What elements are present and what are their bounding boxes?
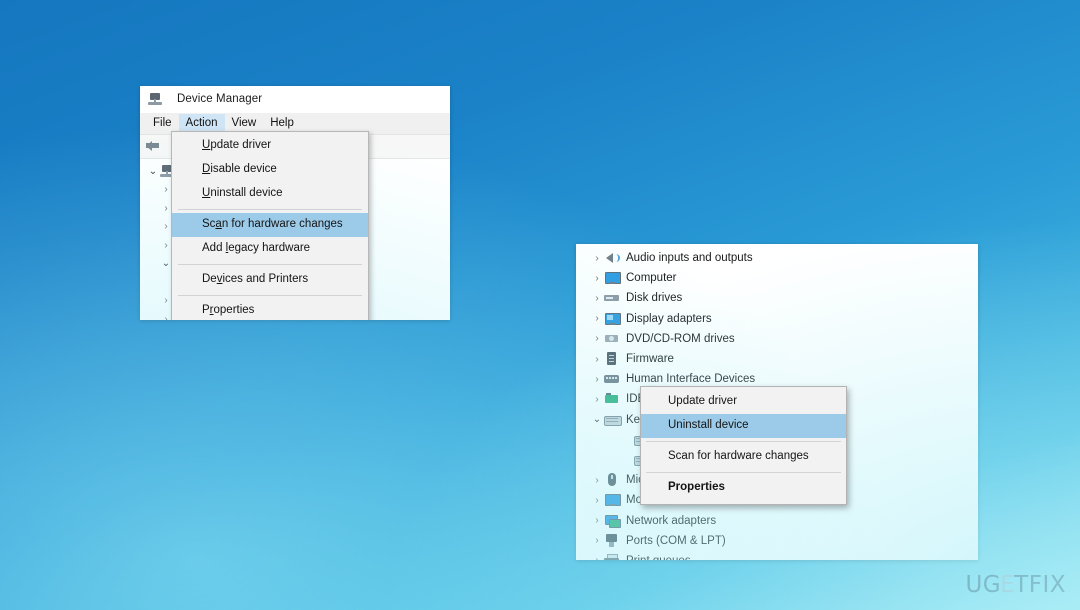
ide-controller-icon xyxy=(604,392,620,406)
context-menu-item[interactable]: Update driver xyxy=(641,390,846,414)
action-menu-item[interactable]: Uninstall device xyxy=(172,182,368,206)
mouse-icon xyxy=(604,473,620,487)
context-menu-item[interactable]: Uninstall device xyxy=(641,414,846,438)
device-manager-icon xyxy=(148,92,164,106)
window1-titlebar[interactable]: Device Manager xyxy=(140,86,450,113)
chevron-right-icon[interactable]: › xyxy=(590,354,604,365)
window1-title: Device Manager xyxy=(177,93,263,105)
tree-row-label: Human Interface Devices xyxy=(626,373,756,386)
tree-row-label: Network adapters xyxy=(626,514,717,527)
context-menu-item-label: Scan for hardware changes xyxy=(668,450,809,462)
chevron-right-icon[interactable]: › xyxy=(590,475,604,486)
menu-separator xyxy=(646,472,841,473)
hid-icon xyxy=(604,372,620,386)
device-manager-window-1[interactable]: Device Manager File Action View Help ⌄ › ›… xyxy=(140,86,450,320)
action-menu-item-label: Update driver xyxy=(202,139,272,151)
chevron-down-icon[interactable]: ⌄ xyxy=(146,166,160,177)
tree-row-label: Display adapters xyxy=(626,312,712,325)
context-menu-item[interactable]: Properties xyxy=(641,476,846,500)
action-menu-item-label: Devices and Printers xyxy=(202,273,309,285)
context-menu-item-label: Properties xyxy=(668,481,725,493)
chevron-right-icon[interactable]: › xyxy=(590,535,604,546)
tree-row-label: Disk drives xyxy=(626,292,683,305)
tree-row-label: DVD/CD-ROM drives xyxy=(626,332,735,345)
watermark-part3: TFIX xyxy=(1014,572,1066,598)
monitor-icon xyxy=(604,493,621,507)
watermark-part2: E xyxy=(1000,572,1016,598)
action-menu-item-label: Uninstall device xyxy=(202,187,283,199)
menu-separator xyxy=(178,209,362,210)
tree-row[interactable]: › Firmware xyxy=(576,349,978,369)
action-menu-item-label: Properties xyxy=(202,304,255,316)
action-menu-item-label: Disable device xyxy=(202,163,277,175)
chevron-right-icon[interactable]: › xyxy=(590,555,604,560)
tree-row[interactable]: › Network adapters xyxy=(576,510,978,530)
context-menu-item[interactable]: Scan for hardware changes xyxy=(641,445,846,469)
computer-icon xyxy=(604,271,621,285)
action-menu-item[interactable]: Update driver xyxy=(172,134,368,158)
chevron-right-icon[interactable]: › xyxy=(590,515,604,526)
action-menu-item[interactable]: Scan for hardware changes xyxy=(172,213,368,237)
action-menu-item-label: Add legacy hardware xyxy=(202,242,311,254)
menu-separator xyxy=(178,264,362,265)
chevron-right-icon[interactable]: › xyxy=(590,293,604,304)
tree-row-label: Ports (COM & LPT) xyxy=(626,534,726,547)
disk-drive-icon xyxy=(604,291,620,305)
tree-row[interactable]: › Print queues xyxy=(576,551,978,560)
chevron-right-icon[interactable]: › xyxy=(590,273,604,284)
action-menu-item[interactable]: Add legacy hardware xyxy=(172,237,368,261)
action-menu-item[interactable]: Devices and Printers xyxy=(172,268,368,292)
chevron-right-icon[interactable]: › xyxy=(590,313,604,324)
chevron-down-icon[interactable]: ⌄ xyxy=(590,414,604,425)
display-adapter-icon xyxy=(604,312,621,326)
menu-separator xyxy=(178,295,362,296)
device-context-menu[interactable]: Update driver Uninstall device Scan for ha… xyxy=(640,386,847,505)
firmware-icon xyxy=(604,352,620,366)
keyboard-icon xyxy=(604,413,622,427)
audio-icon xyxy=(604,251,620,265)
back-arrow-icon[interactable] xyxy=(146,140,162,153)
network-adapter-icon xyxy=(604,514,621,528)
tree-row[interactable]: › Computer xyxy=(576,268,978,288)
tree-row-label: Firmware xyxy=(626,353,674,366)
tree-row[interactable]: › Display adapters xyxy=(576,309,978,329)
watermark-part1: UG xyxy=(965,572,1002,598)
tree-row[interactable]: › Ports (COM & LPT) xyxy=(576,531,978,551)
tree-row[interactable]: › Disk drives xyxy=(576,288,978,308)
tree-row-label: Computer xyxy=(626,272,677,285)
chevron-right-icon[interactable]: › xyxy=(590,374,604,385)
context-menu-item-label: Update driver xyxy=(668,395,738,407)
desktop-background: Device Manager File Action View Help ⌄ › ›… xyxy=(0,0,1080,610)
context-menu-item-label: Uninstall device xyxy=(668,419,749,431)
tree-row[interactable]: › Audio inputs and outputs xyxy=(576,248,978,268)
tree-row-label: Print queues xyxy=(626,555,691,560)
action-dropdown-menu[interactable]: Update driver Disable device Uninstall dev… xyxy=(171,131,369,320)
tree-row[interactable]: › DVD/CD-ROM drives xyxy=(576,329,978,349)
menu-separator xyxy=(646,441,841,442)
chevron-right-icon[interactable]: › xyxy=(590,333,604,344)
chevron-right-icon[interactable]: › xyxy=(590,394,604,405)
action-menu-item-label: Scan for hardware changes xyxy=(202,218,343,230)
printer-icon xyxy=(604,553,620,560)
dvd-drive-icon xyxy=(604,332,620,346)
tree-row-label: Audio inputs and outputs xyxy=(626,252,753,265)
ugetfix-watermark: UG E TFIX xyxy=(965,572,1066,598)
chevron-right-icon[interactable]: › xyxy=(590,495,604,506)
port-icon xyxy=(604,533,620,548)
action-menu-item[interactable]: Properties xyxy=(172,299,368,320)
chevron-right-icon[interactable]: › xyxy=(590,253,604,264)
action-menu-item[interactable]: Disable device xyxy=(172,158,368,182)
